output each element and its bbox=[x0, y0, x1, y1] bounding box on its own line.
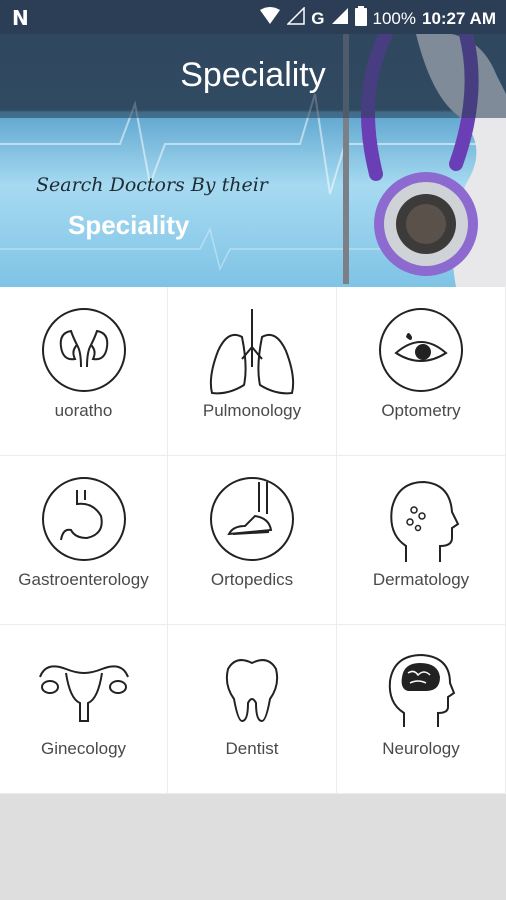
uterus-icon bbox=[38, 665, 129, 722]
battery-icon bbox=[354, 6, 367, 31]
banner-headline: Speciality bbox=[68, 210, 190, 240]
page-title: Speciality bbox=[180, 56, 326, 94]
speciality-tile-ortopedics[interactable]: Ortopedics bbox=[168, 456, 337, 625]
speciality-tile-gastroenterology[interactable]: Gastroenterology bbox=[0, 456, 168, 625]
speciality-label: Optometry bbox=[381, 401, 461, 420]
cell-signal-icon bbox=[331, 7, 349, 30]
speciality-tile-dermatology[interactable]: Dermatology bbox=[337, 456, 506, 625]
battery-percent: 100% bbox=[372, 8, 416, 28]
speciality-label: Ginecology bbox=[40, 739, 127, 758]
foot-bone-icon bbox=[210, 477, 294, 561]
speciality-tile-neurology[interactable]: Neurology bbox=[337, 625, 506, 794]
lungs-icon bbox=[209, 309, 295, 395]
wifi-icon bbox=[259, 7, 281, 30]
eye-icon bbox=[379, 308, 463, 392]
speciality-label: Neurology bbox=[382, 739, 460, 758]
head-skin-icon bbox=[390, 480, 460, 562]
speciality-label: Pulmonology bbox=[202, 401, 302, 420]
speciality-tile-optometry[interactable]: Optometry bbox=[337, 287, 506, 456]
cell-signal-empty-icon bbox=[286, 6, 306, 30]
network-type-label: G bbox=[311, 8, 325, 28]
speciality-label: Dentist bbox=[225, 739, 279, 758]
empty-footer-area bbox=[0, 794, 506, 900]
kidney-icon bbox=[41, 308, 126, 392]
banner-subtitle: Search Doctors By their bbox=[36, 174, 268, 196]
brain-icon bbox=[388, 653, 456, 727]
speciality-tile-uoratho[interactable]: uoratho bbox=[0, 287, 168, 456]
speciality-tile-ginecology[interactable]: Ginecology bbox=[0, 625, 168, 794]
clock: 10:27 AM bbox=[421, 8, 496, 28]
speciality-label: Ortopedics bbox=[210, 570, 294, 589]
speciality-grid: uoratho Pulmonology Optometry Gastroente… bbox=[0, 287, 506, 794]
speciality-label: uoratho bbox=[54, 401, 113, 420]
status-bar: N G 100% 10:27 AM bbox=[0, 0, 506, 34]
stomach-icon bbox=[41, 477, 126, 561]
speciality-label: Dermatology bbox=[372, 570, 470, 589]
notification-icon: N bbox=[12, 6, 29, 30]
speciality-label: Gastroenterology bbox=[18, 570, 149, 589]
speciality-tile-dentist[interactable]: Dentist bbox=[168, 625, 337, 794]
header-banner: Speciality Search Doctors By their Speci… bbox=[0, 34, 506, 287]
speciality-tile-pulmonology[interactable]: Pulmonology bbox=[168, 287, 337, 456]
tooth-icon bbox=[225, 659, 279, 723]
